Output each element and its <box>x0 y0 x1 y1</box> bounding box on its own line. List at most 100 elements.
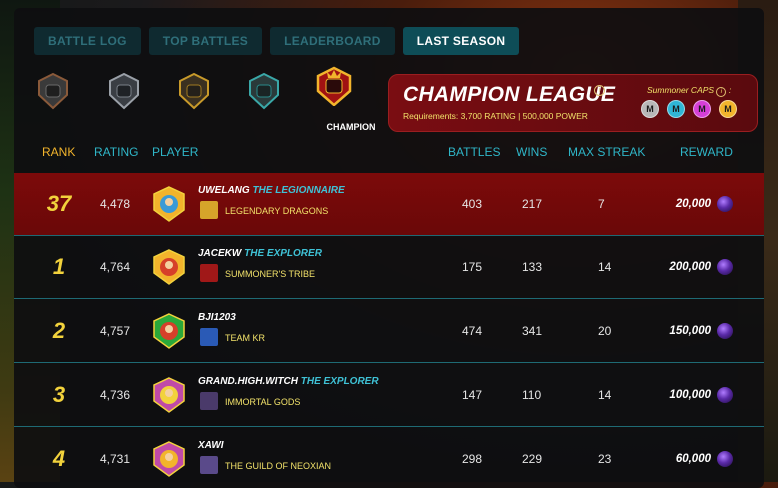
rating-cell: 4,736 <box>100 388 131 402</box>
rank-cell: 3 <box>34 364 84 426</box>
reward-cell: 100,000 <box>614 364 711 426</box>
cap-badge: M <box>667 100 685 118</box>
guild-banner-icon <box>200 201 218 219</box>
rating-cell: 4,764 <box>100 260 131 274</box>
player-avatar[interactable] <box>152 377 186 413</box>
novice-league-icon[interactable] <box>34 71 72 111</box>
reward-amount: 150,000 <box>669 325 711 337</box>
rank-cell: 37 <box>34 173 84 235</box>
caps-info-icon[interactable]: i <box>716 87 727 97</box>
summoner-caps-text: Summoner CAPS <box>647 85 715 95</box>
tab-bar: BATTLE LOG TOP BATTLES LEADERBOARD LAST … <box>34 27 520 55</box>
summoner-caps-label: Summoner CAPS i : <box>647 85 732 97</box>
guild-banner-icon <box>200 328 218 346</box>
header-battles[interactable]: BATTLES <box>448 145 500 159</box>
wins-cell: 341 <box>522 324 543 338</box>
header-rank[interactable]: RANK <box>42 145 75 159</box>
guild-name[interactable]: IMMORTAL GODS <box>225 397 300 407</box>
table-row[interactable]: 3 4,736 GRAND.HIGH.WITCH THE EXPLORER IM… <box>14 364 764 427</box>
battles-cell: 175 <box>462 260 483 274</box>
player-name[interactable]: XAWI <box>198 440 224 451</box>
dec-token-icon <box>717 451 733 467</box>
player-name-line[interactable]: BJI1203 <box>198 312 236 323</box>
league-requirements: Requirements: 3,700 RATING | 500,000 POW… <box>403 111 588 121</box>
league-selector: CHAMPION <box>34 66 394 132</box>
player-name-line[interactable]: XAWI <box>198 440 224 451</box>
player-avatar[interactable] <box>152 313 186 349</box>
player-avatar[interactable] <box>152 441 186 477</box>
player-avatar[interactable] <box>152 186 186 222</box>
bronze-league-icon[interactable] <box>105 71 143 111</box>
player-name[interactable]: UWELANG <box>198 185 250 196</box>
dec-token-icon <box>717 259 733 275</box>
streak-cell: 14 <box>598 388 612 402</box>
reward-cell: 200,000 <box>614 236 711 298</box>
tab-top-battles[interactable]: TOP BATTLES <box>148 27 263 55</box>
cap-badge: M <box>641 100 659 118</box>
player-name-line[interactable]: JACEKW THE EXPLORER <box>198 248 322 259</box>
rank-number: 37 <box>46 191 72 216</box>
tab-leaderboard[interactable]: LEADERBOARD <box>270 27 395 55</box>
battles-cell: 474 <box>462 324 483 338</box>
guild-banner-icon <box>200 392 218 410</box>
gold-league-icon[interactable] <box>175 71 213 111</box>
guild-name[interactable]: LEGENDARY DRAGONS <box>225 206 328 216</box>
selected-league-label: CHAMPION <box>326 122 376 132</box>
table-row[interactable]: 2 4,757 BJI1203 TEAM KR 474 341 20 150,0… <box>14 300 764 363</box>
guild-name[interactable]: THE GUILD OF NEOXIAN <box>225 461 331 471</box>
streak-cell: 14 <box>598 260 612 274</box>
rating-cell: 4,731 <box>100 452 131 466</box>
dec-token-icon <box>717 196 733 212</box>
header-wins[interactable]: WINS <box>516 145 547 159</box>
tab-last-season[interactable]: LAST SEASON <box>402 27 520 55</box>
table-row[interactable]: 37 4,478 UWELANG THE LEGIONNAIRE LEGENDA… <box>14 173 764 236</box>
table-row[interactable]: 1 4,764 JACEKW THE EXPLORER SUMMONER'S T… <box>14 236 764 299</box>
header-player[interactable]: PLAYER <box>152 145 198 159</box>
wins-cell: 110 <box>522 388 542 402</box>
guild-banner-icon <box>200 456 218 474</box>
player-name[interactable]: JACEKW <box>198 248 241 259</box>
reward-amount: 20,000 <box>675 198 711 210</box>
rank-cell: 1 <box>34 236 84 298</box>
rank-number: 3 <box>52 382 66 407</box>
cap-badge: M <box>719 100 737 118</box>
guild-name[interactable]: TEAM KR <box>225 333 265 343</box>
battles-cell: 298 <box>462 452 483 466</box>
battles-cell: 403 <box>462 197 483 211</box>
wins-cell: 229 <box>522 452 543 466</box>
player-title: THE LEGIONNAIRE <box>252 185 345 196</box>
summoner-caps: M M M M <box>641 100 737 118</box>
diamond-league-icon[interactable] <box>245 71 283 111</box>
rank-number: 2 <box>52 318 66 343</box>
wins-cell: 217 <box>522 197 543 211</box>
rank-cell: 4 <box>34 428 84 488</box>
player-name-line[interactable]: GRAND.HIGH.WITCH THE EXPLORER <box>198 376 379 387</box>
header-max-streak[interactable]: MAX STREAK <box>568 145 645 159</box>
header-reward[interactable]: REWARD <box>680 145 733 159</box>
rank-number: 1 <box>52 254 66 279</box>
table-row[interactable]: 4 4,731 XAWI THE GUILD OF NEOXIAN 298 22… <box>14 428 764 488</box>
rating-cell: 4,757 <box>100 324 131 338</box>
champion-league-icon[interactable] <box>315 66 353 107</box>
player-name[interactable]: GRAND.HIGH.WITCH <box>198 376 298 387</box>
reward-amount: 100,000 <box>669 389 711 401</box>
guild-name[interactable]: SUMMONER'S TRIBE <box>225 269 315 279</box>
info-icon[interactable]: i <box>594 85 605 96</box>
rank-cell: 2 <box>34 300 84 362</box>
tab-battle-log[interactable]: BATTLE LOG <box>34 27 141 55</box>
streak-cell: 20 <box>598 324 612 338</box>
reward-cell: 60,000 <box>614 428 711 488</box>
rank-number: 4 <box>52 446 66 471</box>
dec-token-icon <box>717 387 733 403</box>
reward-cell: 150,000 <box>614 300 711 362</box>
player-name-line[interactable]: UWELANG THE LEGIONNAIRE <box>198 185 345 196</box>
streak-cell: 7 <box>598 197 605 211</box>
player-title: THE EXPLORER <box>300 376 379 387</box>
player-avatar[interactable] <box>152 249 186 285</box>
header-rating[interactable]: RATING <box>94 145 138 159</box>
league-info-card: CHAMPION LEAGUE i Requirements: 3,700 RA… <box>388 74 758 132</box>
streak-cell: 23 <box>598 452 612 466</box>
reward-amount: 200,000 <box>669 261 711 273</box>
player-name[interactable]: BJI1203 <box>198 312 236 323</box>
cap-badge: M <box>693 100 711 118</box>
